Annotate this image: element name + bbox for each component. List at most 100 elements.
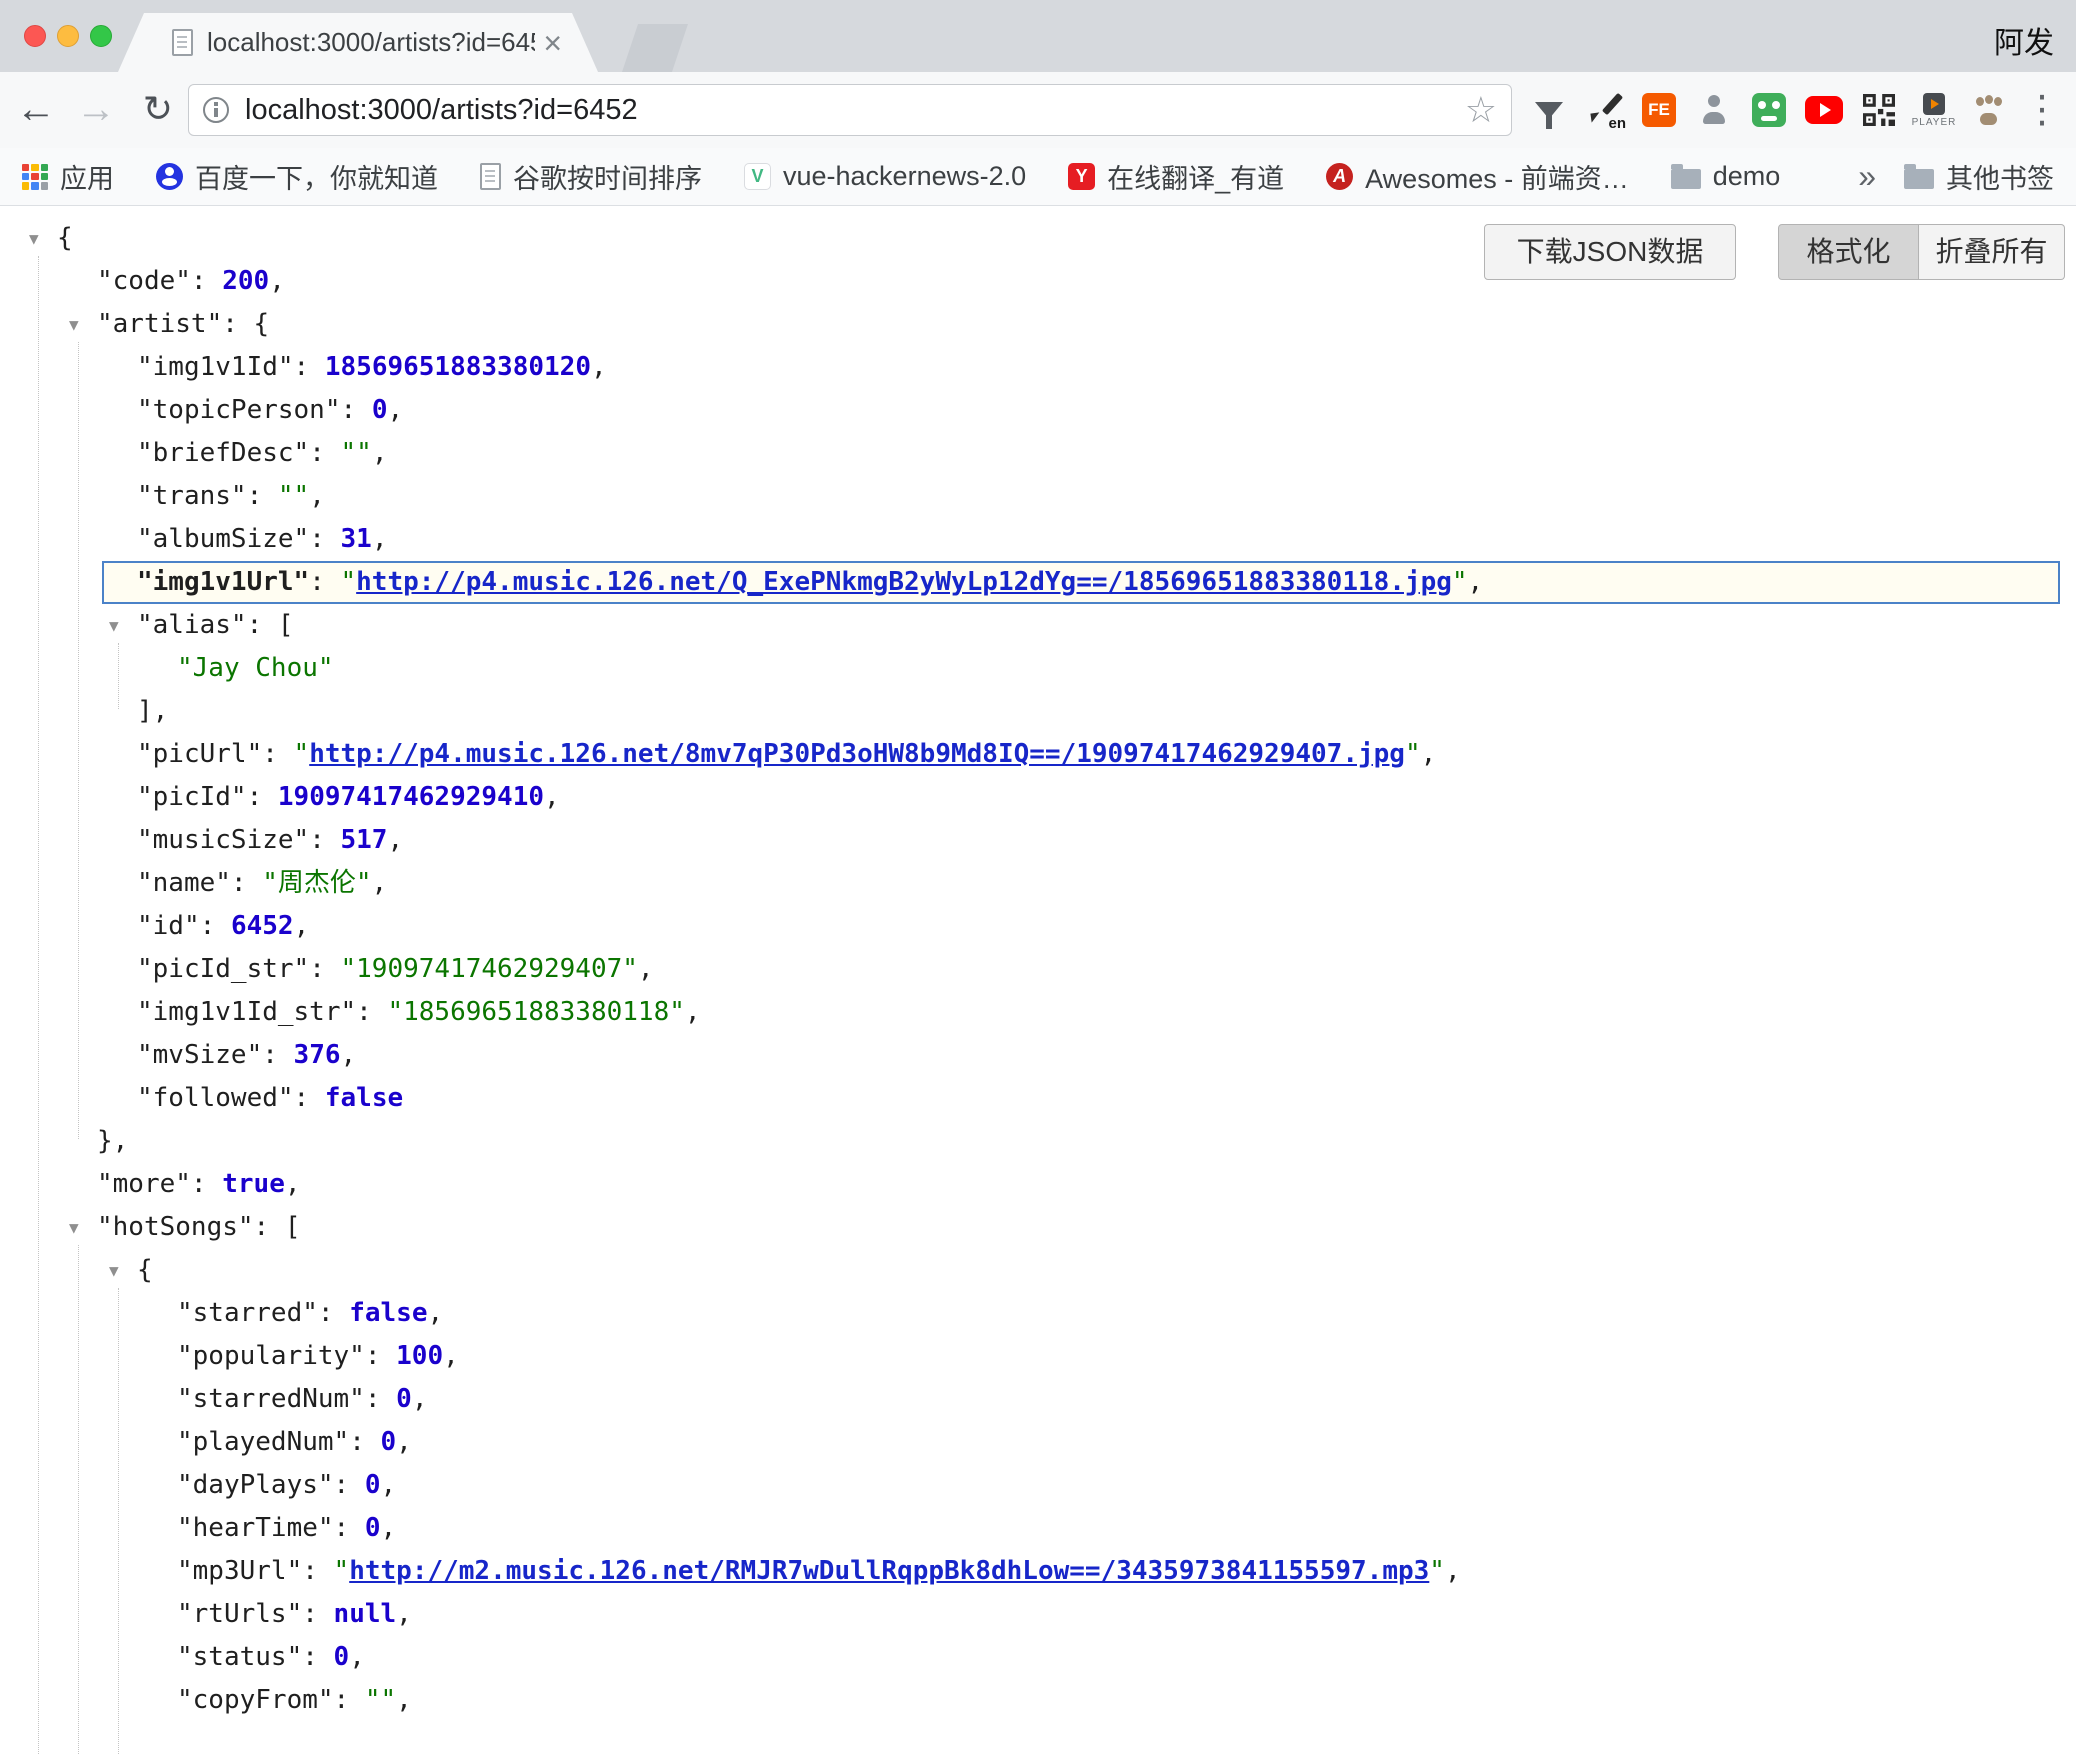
extensions-toolbar: en FE PLA	[1526, 72, 2012, 148]
json-line: "rtUrls": null,	[0, 1593, 2076, 1636]
bookmark-youdao[interactable]: Y 在线翻译_有道	[1068, 157, 1284, 196]
json-line: "status": 0,	[0, 1636, 2076, 1679]
json-tree: ▼{ "code": 200,▼"artist": {"img1v1Id": 18…	[0, 207, 2076, 1754]
json-url-link[interactable]: http://m2.music.126.net/RMJR7wDullRqppBk…	[349, 1556, 1429, 1586]
json-line: "picUrl": "http://p4.music.126.net/8mv7q…	[0, 733, 2076, 776]
document-favicon-icon	[480, 163, 501, 190]
json-line: "code": 200,	[0, 260, 2076, 303]
back-icon[interactable]: ←	[8, 72, 64, 148]
json-line-selected[interactable]: "img1v1Url": "http://p4.music.126.net/Q_…	[102, 561, 2060, 604]
address-bar[interactable]: localhost:3000/artists?id=6452 ☆	[188, 84, 1512, 136]
player-extension-icon[interactable]: PLAYER	[1911, 72, 1957, 148]
json-line: "Jay Chou"	[0, 647, 2076, 690]
json-line: "mvSize": 376,	[0, 1034, 2076, 1077]
json-line: ▼"hotSongs": [	[0, 1206, 2076, 1249]
youdao-favicon-icon: Y	[1068, 163, 1095, 190]
bookmarks-bar: 应用 百度一下，你就知道 谷歌按时间排序 V vue-hackernews-2.…	[0, 148, 2076, 206]
baidu-favicon-icon	[156, 163, 183, 190]
browser-tab[interactable]: localhost:3000/artists?id=645 ×	[118, 13, 598, 72]
close-window-button[interactable]	[24, 25, 46, 47]
collapse-toggle-icon[interactable]: ▼	[69, 303, 79, 346]
bookmark-label: vue-hackernews-2.0	[783, 161, 1026, 192]
fe-extension-icon[interactable]: FE	[1636, 72, 1682, 148]
json-line: "img1v1Id": 18569651883380120,	[0, 346, 2076, 389]
bookmark-label: 在线翻译_有道	[1107, 157, 1284, 196]
bookmarks-overflow-icon[interactable]: »	[1858, 158, 1876, 195]
json-line: "name": "周杰伦",	[0, 862, 2076, 905]
json-line: "trans": "",	[0, 475, 2076, 518]
json-line: "popularity": 100,	[0, 1335, 2076, 1378]
minimize-window-button[interactable]	[57, 25, 79, 47]
bookmark-google-sort[interactable]: 谷歌按时间排序	[480, 157, 702, 196]
folder-icon	[1904, 169, 1934, 189]
fullscreen-window-button[interactable]	[90, 25, 112, 47]
paw-extension-icon[interactable]	[1966, 72, 2012, 148]
other-bookmarks-folder[interactable]: 其他书签	[1904, 157, 2054, 196]
json-line: "hearTime": 0,	[0, 1507, 2076, 1550]
bookmark-vue-hackernews[interactable]: V vue-hackernews-2.0	[744, 161, 1026, 192]
json-line: "picId": 19097417462929410,	[0, 776, 2076, 819]
new-tab-button[interactable]	[622, 24, 688, 72]
navigation-toolbar: ← → ↻ localhost:3000/artists?id=6452 ☆ e…	[0, 72, 2076, 148]
bookmark-label: 应用	[60, 157, 114, 196]
json-line: "img1v1Id_str": "18569651883380118",	[0, 991, 2076, 1034]
bookmark-star-icon[interactable]: ☆	[1465, 92, 1497, 128]
json-line: ▼"alias": [	[0, 604, 2076, 647]
json-line: ],	[0, 690, 2076, 733]
json-line: "albumSize": 31,	[0, 518, 2076, 561]
reload-icon[interactable]: ↻	[130, 72, 186, 148]
browser-menu-icon[interactable]: ⋮	[2020, 72, 2064, 148]
forward-icon[interactable]: →	[68, 72, 124, 148]
page-info-icon[interactable]	[203, 97, 229, 123]
funnel-extension-icon[interactable]	[1526, 72, 1572, 148]
url-text[interactable]: localhost:3000/artists?id=6452	[245, 94, 1465, 127]
fe-label: FE	[1648, 100, 1670, 120]
tab-bar: localhost:3000/artists?id=645 × 阿发	[0, 0, 2076, 72]
tampermonkey-extension-icon[interactable]	[1746, 72, 1792, 148]
json-line: },	[0, 1120, 2076, 1163]
collapse-toggle-icon[interactable]: ▼	[109, 1249, 119, 1292]
folder-icon	[1671, 169, 1701, 189]
window-controls	[24, 25, 112, 47]
collapse-all-button[interactable]: 折叠所有	[1919, 224, 2065, 280]
json-line: "starred": false,	[0, 1292, 2076, 1335]
json-line: "picId_str": "19097417462929407",	[0, 948, 2076, 991]
json-url-link[interactable]: http://p4.music.126.net/Q_ExePNkmgB2yWyL…	[356, 567, 1452, 597]
youtube-extension-icon[interactable]	[1801, 72, 1847, 148]
json-line: "musicSize": 517,	[0, 819, 2076, 862]
bookmark-label: demo	[1713, 161, 1781, 192]
json-line: "id": 6452,	[0, 905, 2076, 948]
download-json-button[interactable]: 下载JSON数据	[1484, 224, 1736, 280]
translate-pen-extension-icon[interactable]: en	[1581, 72, 1627, 148]
player-label: PLAYER	[1912, 117, 1957, 128]
translate-lang-label: en	[1608, 115, 1626, 132]
bookmark-demo-folder[interactable]: demo	[1671, 161, 1781, 192]
tab-close-icon[interactable]: ×	[543, 27, 562, 59]
json-line: "briefDesc": "",	[0, 432, 2076, 475]
json-line: "mp3Url": "http://m2.music.126.net/RMJR7…	[0, 1550, 2076, 1593]
json-line: ▼"artist": {	[0, 303, 2076, 346]
json-line: "dayPlays": 0,	[0, 1464, 2076, 1507]
collapse-toggle-icon[interactable]: ▼	[69, 1206, 79, 1249]
collapse-toggle-icon[interactable]: ▼	[109, 604, 119, 647]
qr-code-glyph	[1863, 94, 1895, 126]
other-bookmarks-label: 其他书签	[1946, 157, 2054, 196]
page-content: 下载JSON数据 格式化 折叠所有 ▼{ "code": 200,▼"artist…	[0, 207, 2076, 1754]
json-url-link[interactable]: http://p4.music.126.net/8mv7qP30Pd3oHW8b…	[309, 739, 1405, 769]
qr-code-extension-icon[interactable]	[1856, 72, 1902, 148]
json-line: "starredNum": 0,	[0, 1378, 2076, 1421]
collapse-toggle-icon[interactable]: ▼	[29, 217, 39, 260]
person-extension-icon[interactable]	[1691, 72, 1737, 148]
bookmark-label: 谷歌按时间排序	[513, 157, 702, 196]
bookmark-awesomes[interactable]: A Awesomes - 前端资…	[1326, 157, 1629, 196]
format-button[interactable]: 格式化	[1778, 224, 1919, 280]
json-line: ▼{	[0, 1249, 2076, 1292]
page-favicon-icon	[172, 29, 193, 56]
awesomes-favicon-icon: A	[1326, 163, 1353, 190]
json-line: "copyFrom": "",	[0, 1679, 2076, 1722]
bookmark-baidu[interactable]: 百度一下，你就知道	[156, 157, 438, 196]
json-line: "more": true,	[0, 1163, 2076, 1206]
profile-name[interactable]: 阿发	[1994, 18, 2054, 62]
bookmark-apps[interactable]: 应用	[22, 157, 114, 196]
bookmark-label: Awesomes - 前端资…	[1365, 157, 1629, 196]
